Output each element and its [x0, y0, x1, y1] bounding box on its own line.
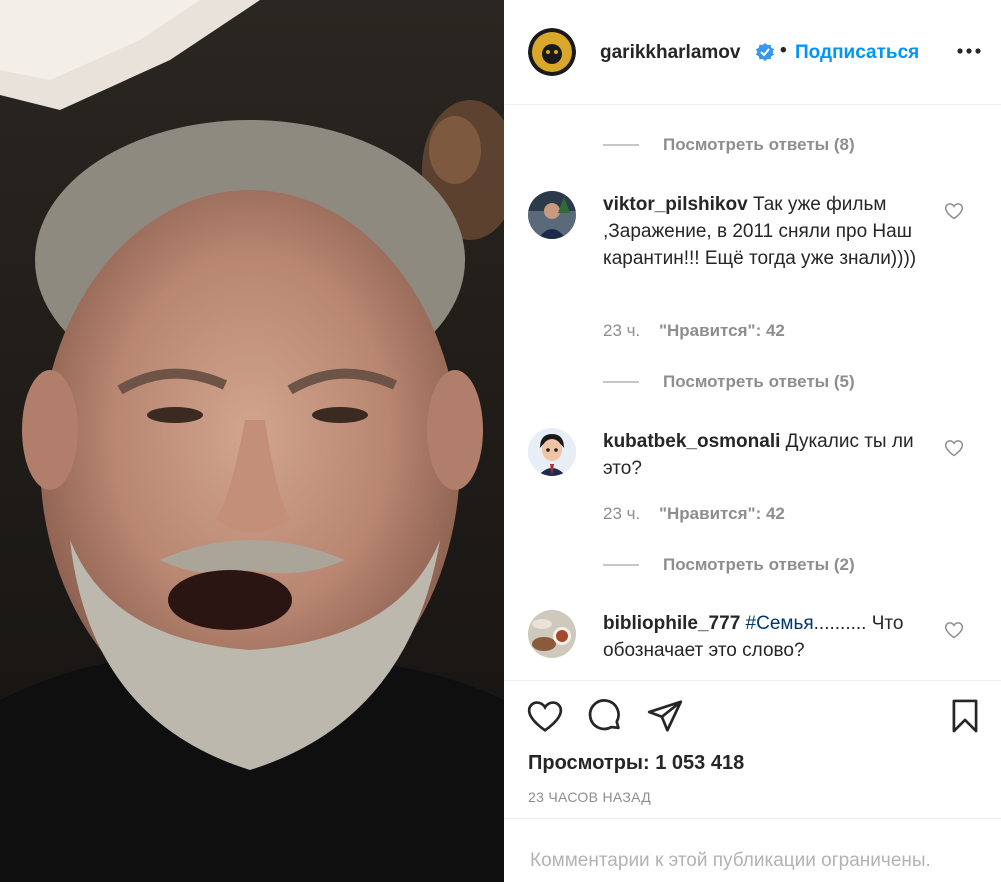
post-timestamp[interactable]: 23 ЧАСОВ НАЗАД	[528, 789, 651, 805]
comments-list[interactable]: Посмотреть ответы (8) viktor_pilshikov Т…	[504, 105, 1001, 680]
comment-hashtag[interactable]: #Семья	[746, 613, 814, 634]
view-replies-label: Посмотреть ответы (5)	[663, 372, 855, 391]
post-actions: Просмотры: 1 053 418 23 ЧАСОВ НАЗАД Комм…	[504, 680, 1001, 883]
more-options-icon[interactable]	[956, 38, 982, 64]
commenter-avatar[interactable]	[528, 428, 576, 476]
bookmark-icon[interactable]	[946, 697, 984, 735]
view-replies-line	[603, 144, 639, 146]
view-replies-line	[603, 381, 639, 383]
author-avatar[interactable]	[528, 28, 576, 76]
verified-badge-icon	[755, 42, 775, 62]
views-value: 1 053 418	[655, 752, 745, 774]
comment-content: bibliophile_777 #Семья.......... Что обо…	[603, 610, 933, 664]
comment-username[interactable]: viktor_pilshikov	[603, 194, 748, 215]
view-replies-line	[603, 564, 639, 566]
commenter-avatar[interactable]	[528, 610, 576, 658]
comment-likes[interactable]: "Нравится": 42	[659, 321, 785, 340]
post-video[interactable]	[0, 0, 504, 882]
comment-likes[interactable]: "Нравится": 42	[659, 504, 785, 523]
comments-limited-text: Комментарии к этой публикации ограничены…	[530, 850, 931, 871]
post-header: garikkharlamov • Подписаться	[504, 0, 1001, 105]
header-separator: •	[780, 40, 787, 61]
heart-icon[interactable]	[526, 697, 564, 735]
comment-time: 23 ч.	[603, 504, 641, 523]
comment-username[interactable]: bibliophile_777	[603, 613, 740, 634]
comment-like-heart-icon[interactable]	[944, 438, 964, 458]
comments-limited-notice: Комментарии к этой публикации ограничены…	[504, 818, 1001, 884]
views-count[interactable]: Просмотры: 1 053 418	[528, 752, 744, 775]
comment-meta: 23 ч. "Нравится": 42	[603, 504, 785, 524]
view-replies-button[interactable]: Посмотреть ответы (8)	[603, 133, 903, 157]
view-replies-label: Посмотреть ответы (2)	[663, 555, 855, 574]
comment-like-heart-icon[interactable]	[944, 620, 964, 640]
comment-content: kubatbek_osmonali Дукалис ты ли это?	[603, 428, 933, 482]
comment-username[interactable]: kubatbek_osmonali	[603, 431, 780, 452]
post-side-panel: garikkharlamov • Подписаться Посмотреть …	[504, 0, 1001, 882]
video-frame-image	[0, 0, 504, 882]
view-replies-label: Посмотреть ответы (8)	[663, 135, 855, 154]
comment-meta: 23 ч. "Нравится": 42	[603, 321, 785, 341]
views-label: Просмотры:	[528, 752, 650, 774]
view-replies-button[interactable]: Посмотреть ответы (2)	[603, 553, 903, 577]
view-replies-button[interactable]: Посмотреть ответы (5)	[603, 370, 903, 394]
comment-content: viktor_pilshikov Так уже фильм ,Заражени…	[603, 191, 933, 272]
share-icon[interactable]	[646, 697, 684, 735]
comment-like-heart-icon[interactable]	[944, 201, 964, 221]
comment-icon[interactable]	[586, 697, 624, 735]
comment-time: 23 ч.	[603, 321, 641, 340]
commenter-avatar[interactable]	[528, 191, 576, 239]
author-username[interactable]: garikkharlamov	[600, 42, 740, 64]
follow-button[interactable]: Подписаться	[795, 42, 919, 64]
